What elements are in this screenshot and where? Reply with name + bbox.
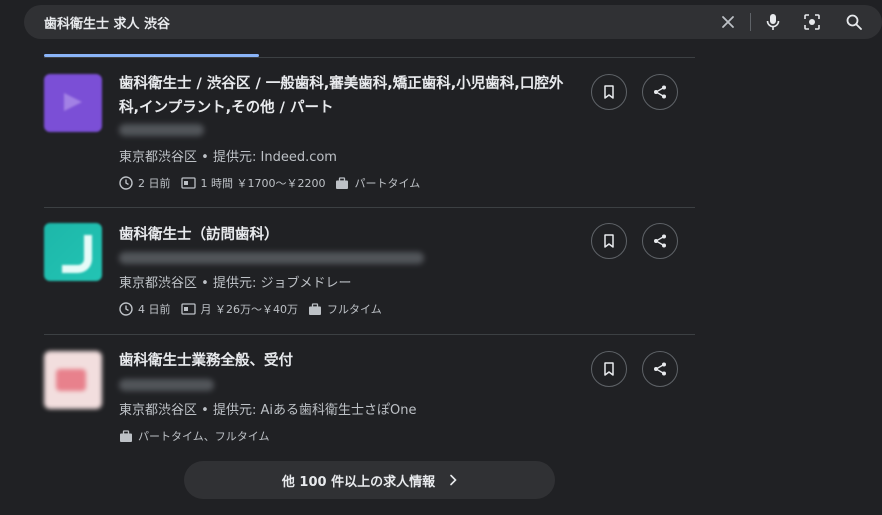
briefcase-icon	[336, 176, 349, 189]
company-logo	[44, 74, 102, 132]
bookmark-icon	[604, 85, 614, 99]
share-job-button[interactable]	[642, 223, 678, 259]
briefcase-icon	[120, 429, 132, 442]
company-logo	[44, 351, 102, 409]
search-icon[interactable]	[844, 12, 864, 32]
salary-icon	[180, 177, 196, 189]
more-jobs-label: 他 100 件以上の求人情報	[281, 474, 436, 490]
job-title[interactable]: 歯科衛生士（訪問歯科）	[119, 223, 569, 247]
mic-icon[interactable]	[763, 12, 783, 32]
provider-label: 提供元:	[212, 276, 257, 291]
job-listing[interactable]: 歯科衛生士 / 渋谷区 / 一般歯科,審美歯科,矯正歯科,小児歯科,口腔外科,イ…	[44, 74, 695, 204]
pay-chip: 1 時間 ￥1700～￥2200	[180, 175, 326, 191]
type-chip: パートタイム、フルタイム	[119, 428, 270, 444]
chevron-right-icon	[450, 474, 457, 486]
company-logo	[44, 223, 102, 281]
separator-dot: •	[201, 150, 213, 165]
search-bar[interactable]: 歯科衛生士 求人 渋谷	[24, 5, 882, 39]
share-job-button[interactable]	[642, 351, 678, 387]
posted-chip: 4 日前	[119, 301, 171, 317]
job-details: パートタイム、フルタイム	[119, 428, 280, 444]
posted-text: 4 日前	[138, 303, 171, 316]
salary-icon	[180, 303, 196, 315]
bookmark-icon	[604, 234, 614, 248]
lens-icon[interactable]	[802, 12, 822, 32]
blurred-company-name	[119, 124, 204, 136]
type-chip: パートタイム	[335, 175, 420, 191]
provider-label: 提供元:	[212, 403, 257, 418]
job-location-provider: 東京都渋谷区 • 提供元: Aiある歯科衛生士さぽOne	[119, 399, 416, 418]
search-divider	[750, 13, 751, 31]
posted-text: 2 日前	[138, 177, 171, 190]
save-job-button[interactable]	[591, 351, 627, 387]
search-query-text[interactable]: 歯科衛生士 求人 渋谷	[44, 13, 170, 32]
provider-label: 提供元:	[212, 150, 257, 165]
divider	[44, 57, 695, 58]
job-location-provider: 東京都渋谷区 • 提供元: ジョブメドレー	[119, 272, 352, 291]
type-text: フルタイム	[327, 303, 382, 316]
job-title[interactable]: 歯科衛生士 / 渋谷区 / 一般歯科,審美歯科,矯正歯科,小児歯科,口腔外科,イ…	[119, 72, 569, 120]
clock-icon	[119, 302, 133, 316]
job-provider: Aiある歯科衛生士さぽOne	[260, 403, 417, 418]
job-details: 4 日前 月 ￥26万～￥40万 フルタイム	[119, 301, 392, 317]
pay-chip: 月 ￥26万～￥40万	[180, 301, 299, 317]
separator-dot: •	[201, 403, 213, 418]
separator-dot: •	[201, 276, 213, 291]
close-icon[interactable]	[718, 12, 738, 32]
blurred-company-name	[119, 379, 214, 391]
share-icon	[654, 85, 666, 99]
bookmark-icon	[604, 362, 614, 376]
pay-text: 月 ￥26万～￥40万	[200, 303, 299, 316]
divider	[44, 334, 695, 335]
share-icon	[654, 362, 666, 376]
job-location: 東京都渋谷区	[119, 276, 198, 291]
job-provider: ジョブメドレー	[260, 276, 352, 291]
job-location: 東京都渋谷区	[119, 150, 198, 165]
share-job-button[interactable]	[642, 74, 678, 110]
job-title[interactable]: 歯科衛生士業務全般、受付	[119, 349, 569, 373]
save-job-button[interactable]	[591, 74, 627, 110]
job-provider: Indeed.com	[260, 150, 337, 165]
type-chip: フルタイム	[308, 301, 382, 317]
job-location: 東京都渋谷区	[119, 403, 198, 418]
pay-text: 1 時間 ￥1700～￥2200	[200, 177, 326, 190]
save-job-button[interactable]	[591, 223, 627, 259]
type-text: パートタイム、フルタイム	[138, 430, 270, 443]
job-location-provider: 東京都渋谷区 • 提供元: Indeed.com	[119, 146, 337, 165]
briefcase-icon	[309, 302, 321, 315]
divider	[44, 207, 695, 208]
job-listing[interactable]: 歯科衛生士業務全般、受付 東京都渋谷区 • 提供元: Aiある歯科衛生士さぽOn…	[44, 351, 695, 451]
job-listing[interactable]: 歯科衛生士（訪問歯科） 東京都渋谷区 • 提供元: ジョブメドレー 4 日前 月…	[44, 223, 695, 333]
share-icon	[654, 234, 666, 248]
more-jobs-button[interactable]: 他 100 件以上の求人情報	[184, 461, 555, 499]
clock-icon	[119, 176, 133, 190]
blurred-company-name	[119, 252, 424, 264]
posted-chip: 2 日前	[119, 175, 171, 191]
type-text: パートタイム	[354, 177, 421, 190]
job-details: 2 日前 1 時間 ￥1700～￥2200 パートタイム	[119, 175, 430, 191]
